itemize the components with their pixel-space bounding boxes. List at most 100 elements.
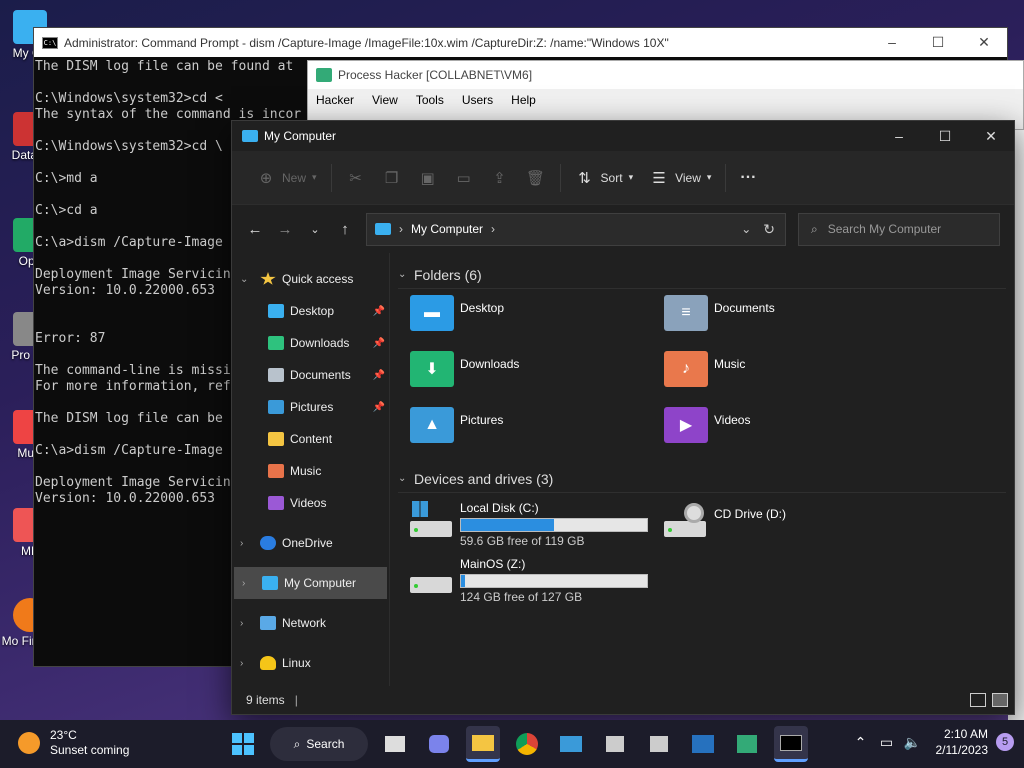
delete-button[interactable]: 🗑 — [518, 162, 554, 194]
nav-quick-access[interactable]: ⌄ Quick access — [232, 263, 389, 295]
content-pane[interactable]: ⌄ Folders (6) ▬ Desktop ≡ Documents ⬇ Downloa… — [390, 253, 1014, 686]
address-bar[interactable]: › My Computer › ⌄ ↻ — [366, 212, 786, 246]
drive-item[interactable]: CD Drive (D:) — [664, 501, 918, 547]
up-button[interactable]: ↑ — [330, 221, 360, 238]
teams-chat-button[interactable] — [422, 726, 456, 762]
chevron-down-icon: ⌄ — [240, 273, 249, 285]
folder-pictures[interactable]: ▲ Pictures — [410, 407, 664, 459]
search-icon: ⌕ — [811, 221, 818, 236]
windows-drive-icon — [410, 501, 454, 539]
drive-usage-fill — [461, 519, 554, 531]
drive-item[interactable]: MainOS (Z:) 124 GB free of 127 GB — [410, 557, 664, 604]
folders-section-header[interactable]: ⌄ Folders (6) — [398, 261, 1006, 289]
cmd-maximize-button[interactable]: ☐ — [915, 34, 961, 51]
nav-quick-pictures[interactable]: Pictures 📌 — [232, 391, 389, 423]
tiles-view-icon[interactable] — [992, 693, 1008, 707]
chevron-right-icon: › — [399, 222, 403, 236]
vm-app-button-2[interactable] — [642, 726, 676, 762]
search-box[interactable]: ⌕ Search My Computer — [798, 212, 1000, 246]
folder-videos[interactable]: ▶ Videos — [664, 407, 918, 459]
chevron-right-icon: › — [491, 222, 496, 236]
file-explorer-taskbar-button[interactable] — [466, 726, 500, 762]
new-button[interactable]: ⊕ New ▾ — [248, 162, 325, 194]
network-icon[interactable]: ▭ — [874, 734, 900, 751]
cmd-taskbar-button[interactable] — [774, 726, 808, 762]
explorer-window-controls: – ☐ ✕ — [876, 128, 1014, 145]
pin-icon: 📌 — [372, 337, 385, 349]
address-dropdown-icon[interactable]: ⌄ — [741, 222, 751, 236]
clock[interactable]: 2:10 AM 2/11/2023 — [936, 726, 989, 758]
sort-button[interactable]: ⇅ Sort ▾ — [567, 162, 642, 194]
nav-quick-content[interactable]: Content — [232, 423, 389, 455]
back-button[interactable]: ← — [240, 221, 270, 238]
terminal-icon — [780, 734, 802, 751]
refresh-icon[interactable]: ↻ — [763, 221, 775, 238]
paste-button[interactable]: ▣ — [410, 162, 446, 194]
share-button[interactable]: ⇪ — [482, 162, 518, 194]
folder-downloads[interactable]: ⬇ Downloads — [410, 351, 664, 403]
notification-badge[interactable]: 5 — [996, 733, 1014, 751]
task-view-button[interactable] — [378, 726, 412, 762]
folder-name: Desktop — [460, 301, 505, 315]
command-bar: ⊕ New ▾ ✂ ❐ ▣ ▭ ⇪ 🗑 ⇅ Sort ▾ ☰ View ▾ ··… — [232, 151, 1014, 205]
music-folder-icon — [268, 464, 284, 478]
ph-titlebar[interactable]: Process Hacker [COLLABNET\VM6] — [308, 61, 1023, 89]
nav-onedrive[interactable]: › OneDrive — [232, 527, 389, 559]
nav-quick-desktop[interactable]: Desktop 📌 — [232, 295, 389, 327]
pin-icon: 📌 — [372, 401, 385, 413]
devices-section-header[interactable]: ⌄ Devices and drives (3) — [398, 465, 1006, 493]
chevron-right-icon: › — [240, 657, 244, 669]
nav-linux[interactable]: › Linux — [232, 647, 389, 679]
cmd-titlebar[interactable]: C:\ Administrator: Command Prompt - dism… — [34, 28, 1007, 57]
cut-button[interactable]: ✂ — [338, 162, 374, 194]
ph-menu-help[interactable]: Help — [511, 93, 536, 107]
cmd-window-controls: – ☐ ✕ — [869, 34, 1007, 51]
ph-menu-tools[interactable]: Tools — [416, 93, 444, 107]
explorer-title: My Computer — [264, 129, 337, 143]
folder-desktop[interactable]: ▬ Desktop — [410, 295, 664, 347]
minimize-button[interactable]: – — [876, 128, 922, 145]
nav-quick-music[interactable]: Music — [232, 455, 389, 487]
chevron-up-icon[interactable]: ⌃ — [848, 734, 874, 751]
drive-usage-bar — [460, 518, 648, 532]
nav-my-computer[interactable]: › My Computer — [234, 567, 387, 599]
volume-icon[interactable]: 🔈 — [900, 734, 926, 751]
remote-desktop-button[interactable] — [554, 726, 588, 762]
explorer-titlebar[interactable]: My Computer – ☐ ✕ — [232, 121, 1014, 151]
nav-quick-videos[interactable]: Videos — [232, 487, 389, 519]
documents-folder-icon: ≡ — [664, 295, 708, 331]
start-button[interactable] — [226, 726, 260, 762]
rename-button[interactable]: ▭ — [446, 162, 482, 194]
cmd-minimize-button[interactable]: – — [869, 34, 915, 51]
nav-quick-documents[interactable]: Documents 📌 — [232, 359, 389, 391]
folder-music[interactable]: ♪ Music — [664, 351, 918, 403]
folder-documents[interactable]: ≡ Documents — [664, 295, 918, 347]
powershell-button[interactable] — [686, 726, 720, 762]
status-bar: 9 items | — [232, 686, 1014, 714]
drive-item[interactable]: Local Disk (C:) 59.6 GB free of 119 GB — [410, 501, 664, 548]
process-hacker-taskbar-button[interactable] — [730, 726, 764, 762]
computer-icon — [262, 576, 278, 590]
ph-menu-hacker[interactable]: Hacker — [316, 93, 354, 107]
weather-widget[interactable]: 23°C Sunset coming — [18, 728, 129, 758]
nav-network[interactable]: › Network — [232, 607, 389, 639]
copy-button[interactable]: ❐ — [374, 162, 410, 194]
maximize-button[interactable]: ☐ — [922, 128, 968, 145]
details-view-icon[interactable] — [970, 693, 986, 707]
chrome-taskbar-button[interactable] — [510, 726, 544, 762]
ph-menu-users[interactable]: Users — [462, 93, 493, 107]
taskbar-search-button[interactable]: ⌕ Search — [270, 727, 368, 761]
recent-locations-button[interactable]: ⌄ — [300, 223, 330, 236]
vm-app-button-1[interactable] — [598, 726, 632, 762]
cmd-close-button[interactable]: ✕ — [961, 34, 1007, 51]
ph-menu-view[interactable]: View — [372, 93, 398, 107]
view-button[interactable]: ☰ View ▾ — [641, 162, 719, 194]
close-button[interactable]: ✕ — [968, 128, 1014, 145]
file-explorer-window[interactable]: My Computer – ☐ ✕ ⊕ New ▾ ✂ ❐ ▣ ▭ ⇪ 🗑 ⇅ … — [231, 120, 1015, 715]
navigation-pane[interactable]: ⌄ Quick access Desktop 📌 Downloads 📌 Documen… — [232, 253, 390, 686]
nav-quick-downloads[interactable]: Downloads 📌 — [232, 327, 389, 359]
forward-button[interactable]: → — [270, 221, 300, 238]
folder-name: Videos — [714, 413, 751, 427]
breadcrumb-my-computer[interactable]: My Computer — [411, 222, 483, 236]
more-options-button[interactable]: ··· — [732, 163, 764, 193]
